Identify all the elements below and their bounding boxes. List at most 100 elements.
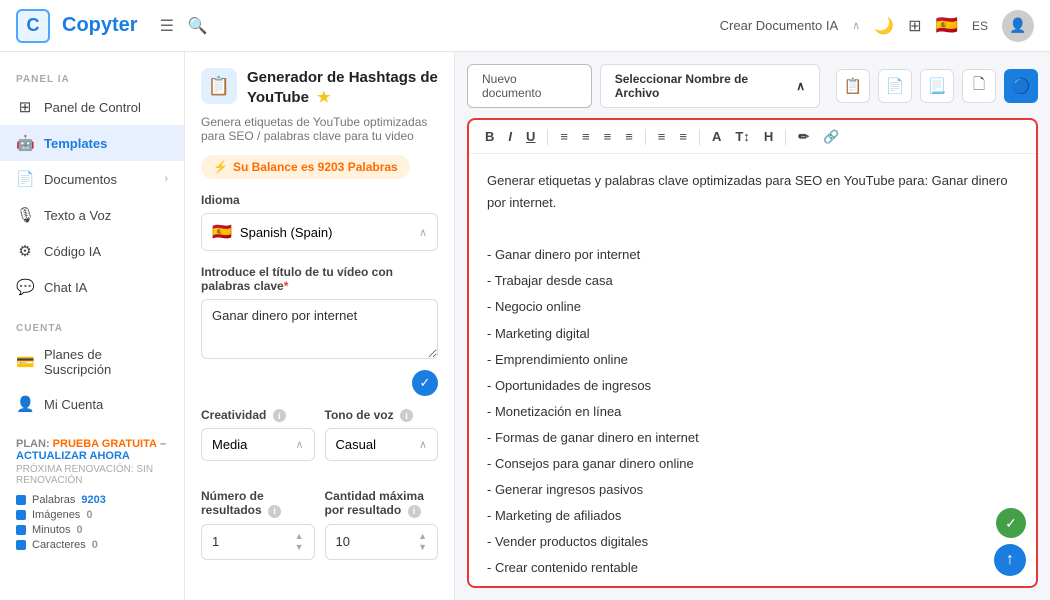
search-icon[interactable]: 🔍 xyxy=(188,16,208,36)
stepper-down-icon[interactable]: ▼ xyxy=(418,543,427,552)
sidebar-item-chat-ia[interactable]: 💬 Chat IA xyxy=(0,269,184,305)
stepper-down-icon[interactable]: ▼ xyxy=(295,543,304,552)
sidebar-item-documentos[interactable]: 📄 Documentos › xyxy=(0,161,184,197)
templates-icon: 🤖 xyxy=(16,134,34,152)
cantidad-value: 10 xyxy=(336,534,350,549)
cantidad-stepper[interactable]: ▲ ▼ xyxy=(418,532,427,552)
share-btn[interactable]: 🔵 xyxy=(1004,69,1038,103)
sidebar-item-label: Documentos xyxy=(44,172,117,187)
titulo-input[interactable]: Ganar dinero por internet xyxy=(201,299,438,359)
sidebar-item-label: Panel de Control xyxy=(44,100,141,115)
chevron-up-icon: ∧ xyxy=(419,438,427,451)
underline-btn[interactable]: U xyxy=(522,128,539,145)
num-resultados-value: 1 xyxy=(212,534,219,549)
heading-btn[interactable]: H xyxy=(760,128,777,145)
list-item: - Estrategias de monetización xyxy=(487,584,1018,587)
header-right: Crear Documento IA ∧ 🌙 ⊞ 🇪🇸 ES 👤 xyxy=(720,10,1034,42)
sidebar-item-codigo-ia[interactable]: ⚙ Código IA xyxy=(0,233,184,269)
list-item: - Oportunidades de ingresos xyxy=(487,375,1018,397)
scroll-fab[interactable]: ↑ xyxy=(994,544,1026,576)
pen-btn[interactable]: ✏ xyxy=(794,128,813,145)
tono-select[interactable]: Casual ∧ xyxy=(325,428,439,461)
num-resultados-label: Número de resultados i xyxy=(201,489,315,517)
editor-toolbar-row: Nuevo documento Seleccionar Nombre de Ar… xyxy=(467,64,1038,108)
creatividad-select[interactable]: Media ∧ xyxy=(201,428,315,461)
resultados-row: Número de resultados i 1 ▲ ▼ Cantidad má… xyxy=(201,489,438,559)
sidebar-item-texto-a-voz[interactable]: 🎙 Texto a Voz xyxy=(0,197,184,233)
align-justify-btn[interactable]: ≡ xyxy=(621,128,637,145)
avatar[interactable]: 👤 xyxy=(1002,10,1034,42)
font-size-btn[interactable]: T↕ xyxy=(731,128,753,145)
export-pdf-btn[interactable]: 📃 xyxy=(920,69,954,103)
sidebar-item-planes[interactable]: 💳 Planes de Suscripción xyxy=(0,338,184,386)
link-btn[interactable]: 🔗 xyxy=(819,128,843,145)
font-color-btn[interactable]: A xyxy=(708,128,725,145)
align-center-btn[interactable]: ≡ xyxy=(578,128,594,145)
num-resultados-stepper[interactable]: ▲ ▼ xyxy=(295,532,304,552)
dark-mode-icon[interactable]: 🌙 xyxy=(874,16,894,36)
cuenta-label: CUENTA xyxy=(0,315,184,338)
num-resultados-input[interactable]: 1 ▲ ▼ xyxy=(201,524,315,560)
sidebar-item-templates[interactable]: 🤖 Templates xyxy=(0,125,184,161)
ordered-list-btn[interactable]: ≡ xyxy=(654,128,670,145)
align-left-btn[interactable]: ≡ xyxy=(556,128,572,145)
confirm-btn[interactable]: ✓ xyxy=(412,370,438,396)
nuevo-documento-tab[interactable]: Nuevo documento xyxy=(467,64,592,108)
filename-btn[interactable]: Seleccionar Nombre de Archivo ∧ xyxy=(600,64,820,108)
caracteres-dot xyxy=(16,540,26,550)
sidebar-item-mi-cuenta[interactable]: 👤 Mi Cuenta xyxy=(0,386,184,422)
unordered-list-btn[interactable]: ≡ xyxy=(675,128,691,145)
separator xyxy=(547,129,548,145)
sidebar-item-label: Texto a Voz xyxy=(44,208,111,223)
idioma-flag: 🇪🇸 xyxy=(212,222,232,242)
tono-label: Tono de voz i xyxy=(325,408,439,422)
sidebar: PANEL IA ⊞ Panel de Control 🤖 Templates … xyxy=(0,52,185,600)
list-item: - Emprendimiento online xyxy=(487,349,1018,371)
sidebar-item-panel-control[interactable]: ⊞ Panel de Control xyxy=(0,89,184,125)
arrow-icon: › xyxy=(164,173,168,185)
tono-value: Casual xyxy=(336,437,376,452)
cantidad-info-icon: i xyxy=(408,505,421,518)
spacer xyxy=(487,218,1018,240)
idioma-label: Idioma xyxy=(201,193,438,207)
export-word-btn[interactable]: 📄 xyxy=(878,69,912,103)
stepper-up-icon[interactable]: ▲ xyxy=(295,532,304,541)
editor-area[interactable]: B I U ≡ ≡ ≡ ≡ ≡ ≡ A T↕ H ✏ 🔗 Generar xyxy=(467,118,1038,588)
balance-badge: ⚡ Su Balance es 9203 Palabras xyxy=(201,155,410,179)
list-item: - Trabajar desde casa xyxy=(487,270,1018,292)
header: C Copyter ☰ 🔍 Crear Documento IA ∧ 🌙 ⊞ 🇪… xyxy=(0,0,1050,52)
idioma-select[interactable]: 🇪🇸 Spanish (Spain) ∧ xyxy=(201,213,438,251)
chevron-up-icon: ∧ xyxy=(419,226,427,239)
chevron-up-icon: ∧ xyxy=(796,79,805,93)
num-resultados-info-icon: i xyxy=(268,505,281,518)
cantidad-label: Cantidad máxima por resultado i xyxy=(325,489,439,517)
align-right-btn[interactable]: ≡ xyxy=(600,128,616,145)
menu-icon[interactable]: ☰ xyxy=(160,16,174,36)
num-resultados-group: Número de resultados i 1 ▲ ▼ xyxy=(201,489,315,559)
save-btn[interactable]: 🗋 xyxy=(962,69,996,103)
creatividad-label: Creatividad i xyxy=(201,408,315,422)
bold-btn[interactable]: B xyxy=(481,128,498,145)
crear-documento-btn[interactable]: Crear Documento IA xyxy=(720,18,839,33)
italic-btn[interactable]: I xyxy=(504,128,516,145)
list-item: - Ganar dinero por internet xyxy=(487,244,1018,266)
sidebar-item-label: Planes de Suscripción xyxy=(44,347,168,377)
grid-icon[interactable]: ⊞ xyxy=(908,16,921,36)
stepper-up-icon[interactable]: ▲ xyxy=(418,532,427,541)
sidebar-item-label: Chat IA xyxy=(44,280,87,295)
right-panel: Nuevo documento Seleccionar Nombre de Ar… xyxy=(455,52,1050,600)
editor-content[interactable]: Generar etiquetas y palabras clave optim… xyxy=(469,154,1036,586)
palabras-dot xyxy=(16,495,26,505)
tono-info-icon: i xyxy=(400,409,413,422)
update-link[interactable]: ACTUALIZAR AHORA xyxy=(16,450,130,462)
credits-section: PLAN: PRUEBA GRATUITA – ACTUALIZAR AHORA… xyxy=(0,426,184,566)
star-icon: ★ xyxy=(317,89,330,106)
content-items: - Ganar dinero por internet - Trabajar de… xyxy=(487,244,1018,586)
copy-btn[interactable]: 📋 xyxy=(836,69,870,103)
idioma-value: Spanish (Spain) xyxy=(240,225,333,240)
minutos-label: Minutos xyxy=(32,524,71,536)
check-fab[interactable]: ✓ xyxy=(996,508,1026,538)
cantidad-input[interactable]: 10 ▲ ▼ xyxy=(325,524,439,560)
list-item: - Vender productos digitales xyxy=(487,531,1018,553)
imagenes-label: Imágenes xyxy=(32,509,80,521)
